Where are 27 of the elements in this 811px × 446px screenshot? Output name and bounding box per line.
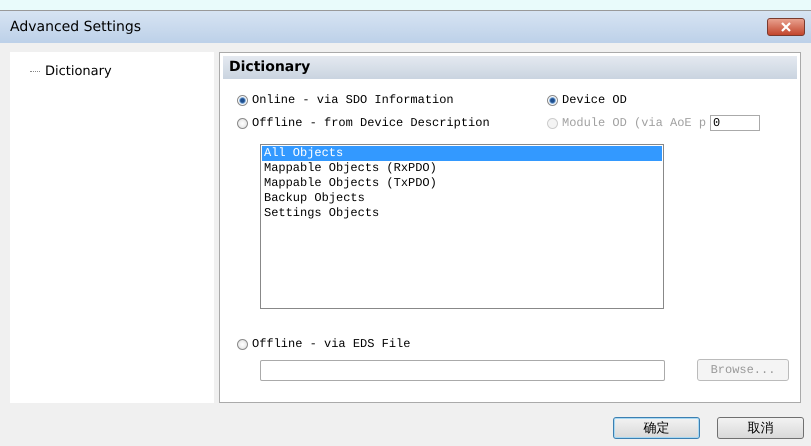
- list-item[interactable]: Settings Objects: [262, 206, 662, 221]
- dialog-button[interactable]: 取消: [717, 417, 804, 439]
- radio-option[interactable]: Device OD: [547, 91, 627, 109]
- radio-button[interactable]: [237, 338, 248, 350]
- module-input-field[interactable]: 0: [710, 115, 760, 131]
- radio-label: Offline - via EDS File: [252, 337, 410, 351]
- radio-label: Online - via SDO Information: [252, 93, 454, 107]
- radio-label: Offline - from Device Description: [252, 116, 490, 130]
- close-button[interactable]: [767, 18, 805, 36]
- list-item[interactable]: Backup Objects: [262, 191, 662, 206]
- tree-item[interactable]: Dictionary: [43, 64, 114, 79]
- tree-line: [30, 71, 40, 72]
- window-title: Advanced Settings: [10, 19, 142, 35]
- radio-option[interactable]: Offline - from Device Description: [237, 114, 547, 132]
- radio-option[interactable]: Online - via SDO Information: [237, 91, 547, 109]
- radio-label: Device OD: [562, 93, 627, 107]
- radio-option[interactable]: Offline - via EDS File: [237, 335, 800, 353]
- list-item[interactable]: Mappable Objects (RxPDO): [262, 161, 662, 176]
- eds-file-field[interactable]: [260, 360, 665, 380]
- list-item[interactable]: Mappable Objects (TxPDO): [262, 176, 662, 191]
- close-icon: [781, 22, 791, 32]
- radio-button[interactable]: [237, 94, 248, 106]
- radio-label: Module OD (via AoE p: [562, 116, 706, 130]
- dialog-button[interactable]: 确定: [613, 417, 700, 439]
- radio-button[interactable]: [237, 118, 248, 128]
- panel-header: Dictionary: [223, 56, 797, 79]
- radio-button[interactable]: [547, 94, 558, 106]
